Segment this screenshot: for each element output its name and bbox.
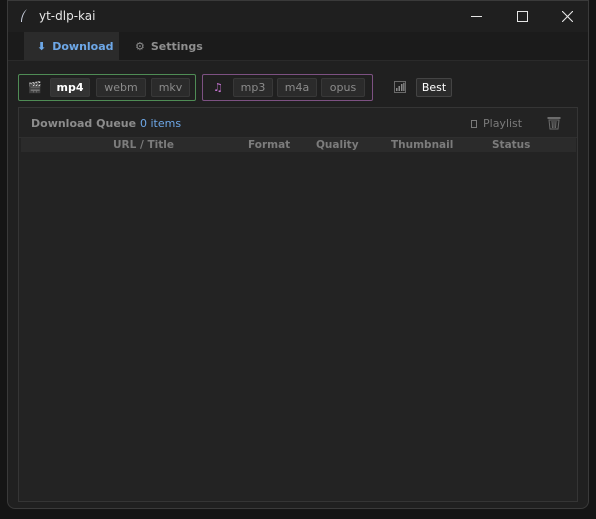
- queue-header: Download Queue 0 items Playlist: [19, 108, 577, 138]
- column-format[interactable]: Format: [248, 139, 290, 151]
- format-mp4-button[interactable]: mp4: [50, 78, 90, 97]
- download-arrow-icon: ⬇: [37, 39, 47, 53]
- playlist-label: Playlist: [483, 117, 523, 130]
- video-clapper-icon: 🎬: [28, 81, 42, 94]
- queue-count: 0 items: [140, 117, 182, 130]
- format-webm-button[interactable]: webm: [96, 78, 146, 97]
- playlist-button[interactable]: Playlist: [471, 117, 522, 130]
- window-title: yt-dlp-kai: [39, 9, 96, 23]
- maximize-button[interactable]: [499, 1, 545, 32]
- audio-format-group: ♫ mp3 m4a opus: [202, 74, 373, 101]
- signal-bars-icon: [394, 81, 406, 93]
- column-status[interactable]: Status: [492, 139, 530, 151]
- tab-settings-label: Settings: [150, 39, 203, 53]
- app-window: yt-dlp-kai ⬇ Download ⚙ Settings 🎬 mp4 w…: [7, 0, 589, 509]
- format-m4a-button[interactable]: m4a: [277, 78, 317, 97]
- format-opus-button[interactable]: opus: [321, 78, 365, 97]
- minimize-button[interactable]: [453, 1, 499, 32]
- tab-settings[interactable]: ⚙ Settings: [135, 32, 203, 60]
- tab-download-label: Download: [52, 39, 114, 53]
- queue-column-headers: URL / Title Format Quality Thumbnail Sta…: [21, 138, 576, 152]
- trash-icon[interactable]: [547, 116, 561, 130]
- download-queue-panel: Download Queue 0 items Playlist URL / Ti…: [18, 107, 578, 502]
- quality-best-button[interactable]: Best: [416, 78, 452, 97]
- column-quality[interactable]: Quality: [316, 139, 359, 151]
- format-mkv-button[interactable]: mkv: [151, 78, 190, 97]
- column-thumbnail[interactable]: Thumbnail: [391, 139, 453, 151]
- format-mp3-button[interactable]: mp3: [233, 78, 273, 97]
- feather-icon: [21, 9, 27, 22]
- gear-icon: ⚙: [135, 39, 145, 53]
- minimize-icon: [470, 16, 482, 17]
- close-icon: [561, 11, 573, 22]
- music-note-icon: ♫: [213, 81, 223, 94]
- title-bar[interactable]: yt-dlp-kai: [8, 1, 588, 32]
- tab-download[interactable]: ⬇ Download: [24, 32, 119, 60]
- column-url-title[interactable]: URL / Title: [113, 139, 174, 151]
- tab-bar: ⬇ Download ⚙ Settings: [8, 32, 588, 61]
- video-format-group: 🎬 mp4 webm mkv: [18, 74, 196, 101]
- playlist-icon: [471, 119, 477, 128]
- maximize-icon: [516, 11, 528, 22]
- queue-title: Download Queue: [31, 117, 137, 130]
- close-button[interactable]: [544, 1, 588, 32]
